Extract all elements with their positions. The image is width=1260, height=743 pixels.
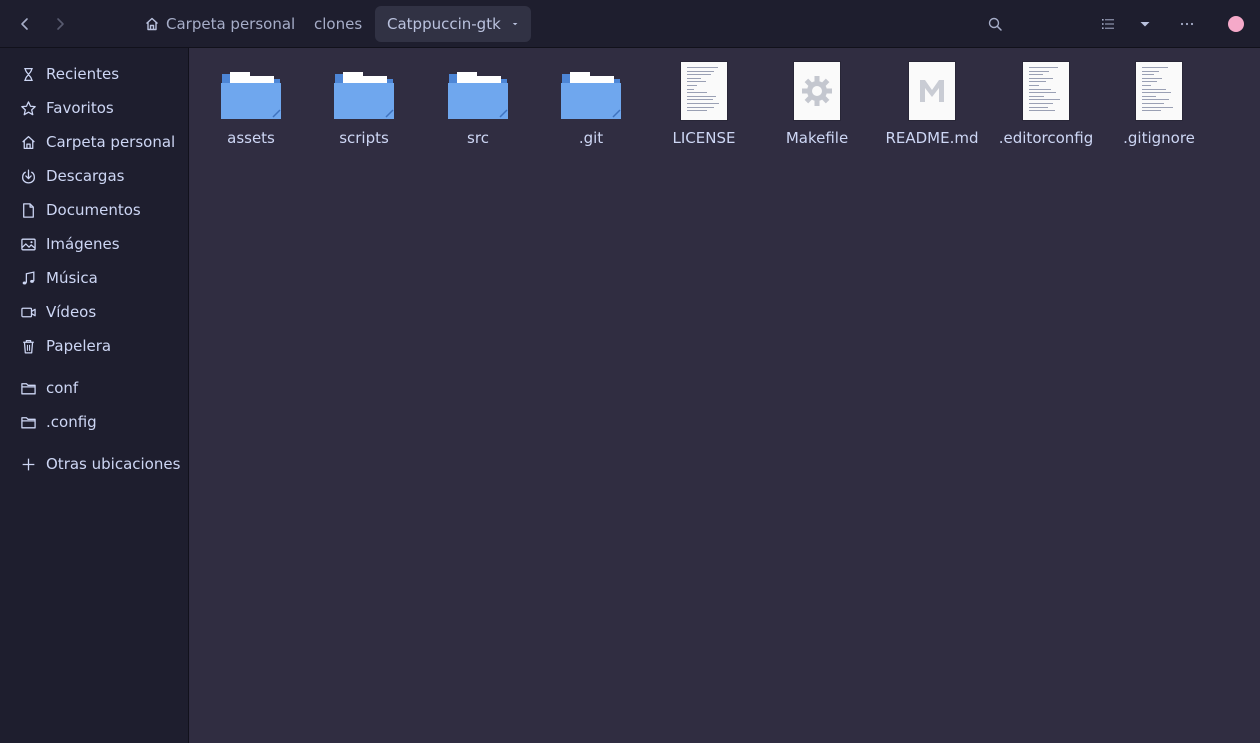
forward-button[interactable] bbox=[46, 10, 74, 38]
trash-icon bbox=[23, 339, 34, 354]
folder-icon bbox=[332, 56, 396, 120]
text-file-icon bbox=[1127, 56, 1191, 120]
search-icon bbox=[988, 17, 1002, 31]
makefile-gear-icon bbox=[785, 56, 849, 120]
sidebar-item-label: Descargas bbox=[46, 167, 125, 185]
text-file-icon bbox=[1014, 56, 1078, 120]
sidebar-item-carpeta-personal[interactable]: Carpeta personal bbox=[0, 126, 189, 158]
sidebar-item-label: Carpeta personal bbox=[46, 133, 176, 151]
sidebar-item-documentos[interactable]: Documentos bbox=[0, 194, 189, 226]
caret-down-icon bbox=[1140, 22, 1150, 27]
file-item-scripts[interactable]: scripts bbox=[309, 56, 419, 152]
sidebar-item-musica[interactable]: Música bbox=[0, 262, 189, 294]
sidebar-item-videos[interactable]: Vídeos bbox=[0, 296, 189, 328]
breadcrumb-current[interactable]: Catppuccin-gtk bbox=[375, 6, 531, 42]
file-item-assets[interactable]: assets bbox=[196, 56, 306, 152]
caret-down-icon bbox=[512, 22, 518, 26]
sidebar-item-imagenes[interactable]: Imágenes bbox=[0, 228, 189, 260]
view-list-button[interactable] bbox=[1094, 10, 1122, 38]
file-item-readme[interactable]: README.md bbox=[877, 56, 987, 152]
folder-icon bbox=[559, 56, 623, 120]
markdown-file-icon bbox=[900, 56, 964, 120]
breadcrumb-clones-label: clones bbox=[314, 15, 363, 33]
text-file-icon bbox=[672, 56, 736, 120]
sidebar-other-locations[interactable]: Otras ubicaciones bbox=[0, 448, 189, 480]
download-icon bbox=[22, 168, 35, 184]
sidebar-bookmark-config[interactable]: .config bbox=[0, 406, 189, 438]
menu-button[interactable] bbox=[1173, 10, 1201, 38]
file-name: assets bbox=[227, 129, 275, 147]
file-item-gitignore[interactable]: .gitignore bbox=[1104, 56, 1214, 152]
file-name: LICENSE bbox=[672, 129, 736, 147]
sidebar-item-papelera[interactable]: Papelera bbox=[0, 330, 189, 362]
folder-icon bbox=[21, 382, 36, 394]
file-grid: assets scripts src .git LICENSE Makefile… bbox=[190, 48, 1260, 743]
folder-icon bbox=[21, 416, 36, 428]
folder-icon bbox=[446, 56, 510, 120]
more-horizontal-icon bbox=[1180, 22, 1194, 26]
sidebar: Recientes Favoritos Carpeta personal Des… bbox=[0, 48, 189, 743]
file-name: Makefile bbox=[785, 129, 849, 147]
sidebar-item-descargas[interactable]: Descargas bbox=[0, 160, 189, 192]
file-item-license[interactable]: LICENSE bbox=[649, 56, 759, 152]
sidebar-item-label: Música bbox=[46, 269, 98, 287]
search-button[interactable] bbox=[981, 10, 1009, 38]
document-icon bbox=[23, 202, 34, 218]
sidebar-item-label: conf bbox=[46, 379, 79, 397]
file-name: src bbox=[467, 129, 489, 147]
file-item-makefile[interactable]: Makefile bbox=[762, 56, 872, 152]
sidebar-item-label: Documentos bbox=[46, 201, 141, 219]
view-options-button[interactable] bbox=[1131, 10, 1159, 38]
header-bar: Carpeta personal clones Catppuccin-gtk bbox=[0, 0, 1260, 48]
file-name: .editorconfig bbox=[998, 129, 1094, 147]
file-manager-window: Carpeta personal clones Catppuccin-gtk R… bbox=[0, 0, 1260, 743]
sidebar-item-recientes[interactable]: Recientes bbox=[0, 58, 189, 90]
breadcrumb-home-label: Carpeta personal bbox=[166, 15, 296, 33]
breadcrumb-home[interactable]: Carpeta personal bbox=[132, 6, 307, 42]
sidebar-item-label: Recientes bbox=[46, 65, 120, 83]
file-name: README.md bbox=[885, 129, 979, 147]
sidebar-item-label: Favoritos bbox=[46, 99, 114, 117]
close-button[interactable] bbox=[1228, 16, 1244, 32]
breadcrumb-current-label: Catppuccin-gtk bbox=[387, 15, 501, 33]
home-icon bbox=[146, 17, 158, 31]
chevron-left-icon bbox=[21, 18, 28, 30]
file-name: scripts bbox=[339, 129, 389, 147]
sidebar-item-favoritos[interactable]: Favoritos bbox=[0, 92, 189, 124]
file-item-src[interactable]: src bbox=[423, 56, 533, 152]
file-name: .git bbox=[578, 129, 604, 147]
image-icon bbox=[21, 238, 36, 250]
music-icon bbox=[22, 270, 35, 284]
file-item-editorconfig[interactable]: .editorconfig bbox=[991, 56, 1101, 152]
breadcrumb-clones[interactable]: clones bbox=[302, 6, 374, 42]
sidebar-item-label: Vídeos bbox=[46, 303, 97, 321]
sidebar-item-label: Papelera bbox=[46, 337, 112, 355]
sidebar-bookmark-conf[interactable]: conf bbox=[0, 372, 189, 404]
sidebar-item-label: .config bbox=[46, 413, 97, 431]
sidebar-item-label: Imágenes bbox=[46, 235, 120, 253]
plus-icon bbox=[22, 458, 35, 470]
file-item-git[interactable]: .git bbox=[536, 56, 646, 152]
sidebar-item-label: Otras ubicaciones bbox=[46, 455, 181, 473]
folder-icon bbox=[219, 56, 283, 120]
video-icon bbox=[21, 307, 36, 317]
file-name: .gitignore bbox=[1123, 129, 1195, 147]
chevron-right-icon bbox=[57, 18, 64, 30]
clock-icon bbox=[24, 67, 33, 81]
home-icon bbox=[22, 135, 35, 149]
star-icon bbox=[21, 100, 36, 115]
list-view-icon bbox=[1102, 19, 1114, 29]
back-button[interactable] bbox=[11, 10, 39, 38]
